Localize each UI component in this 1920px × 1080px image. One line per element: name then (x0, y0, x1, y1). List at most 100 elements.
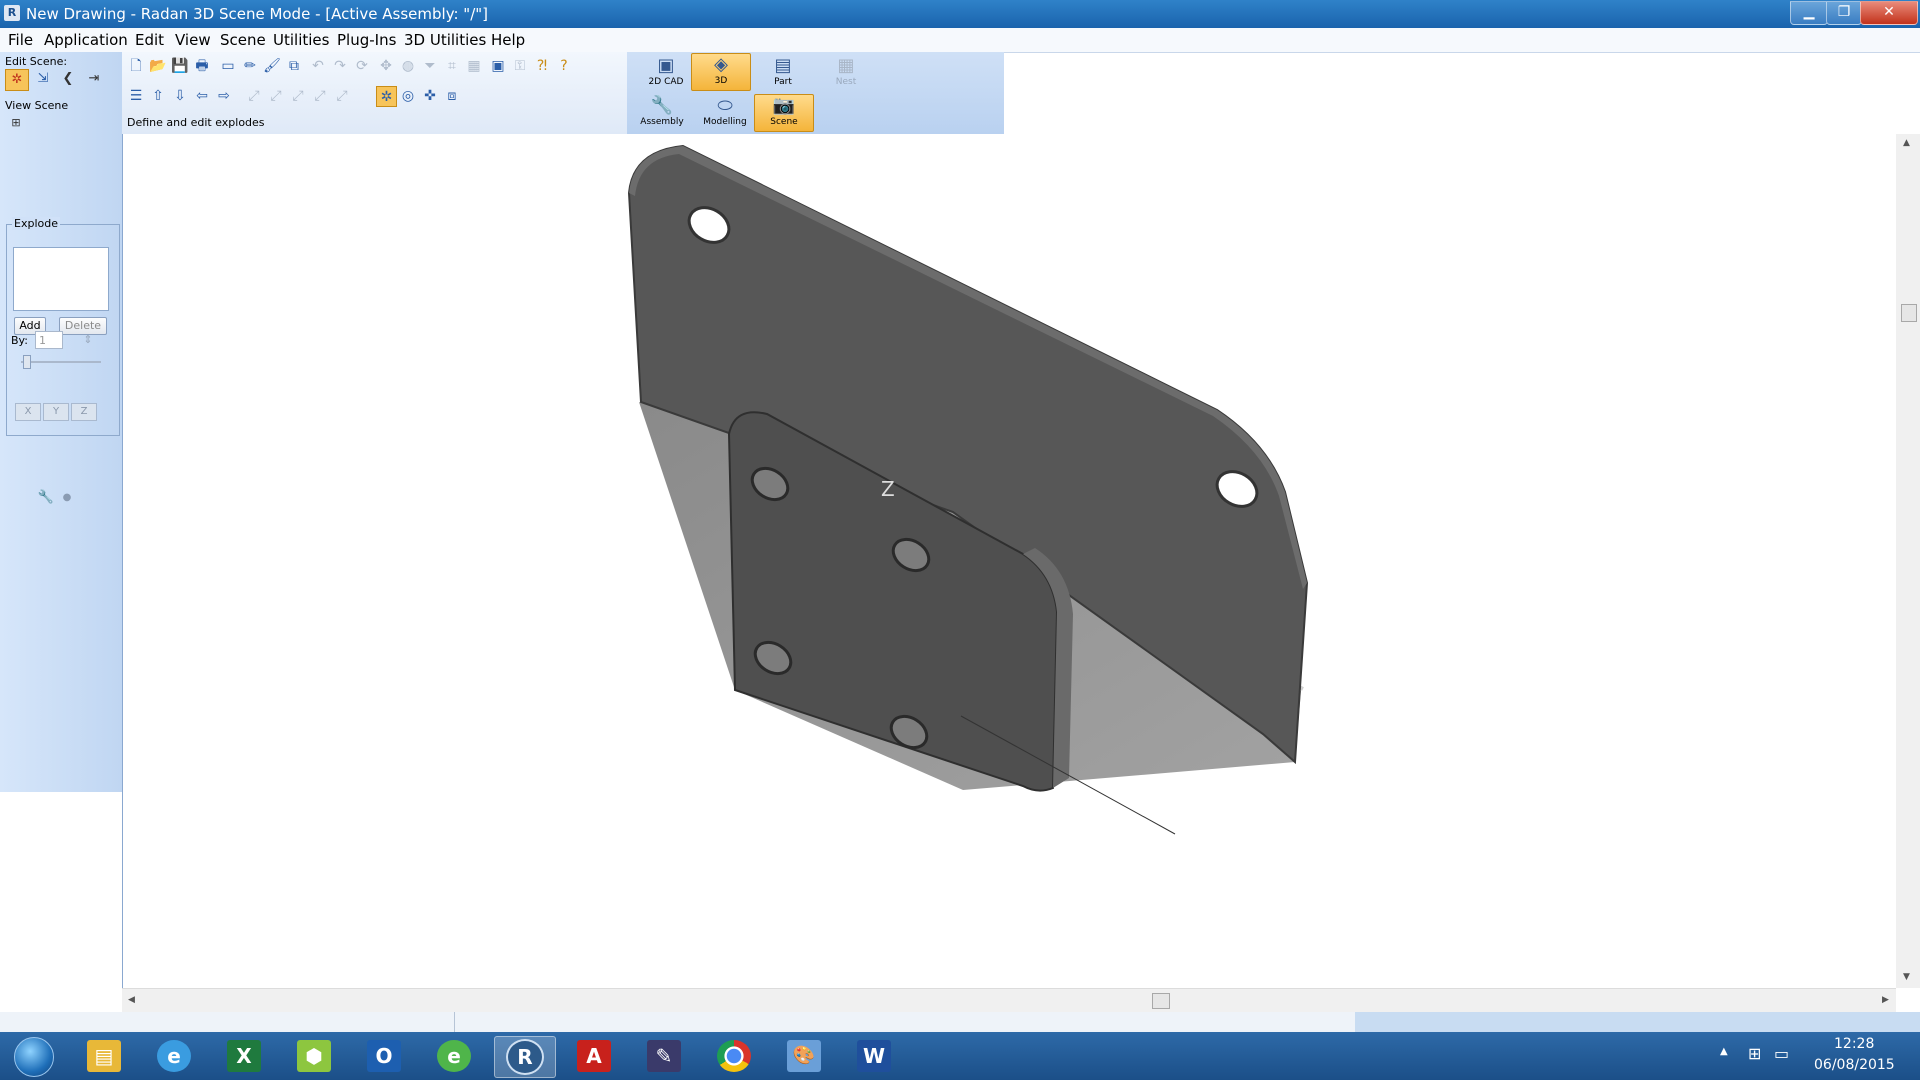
menu-view[interactable]: View (175, 31, 211, 49)
mode-3d[interactable]: ◈ 3D (691, 53, 751, 91)
explode-step-3-icon[interactable]: ⤢ (288, 86, 308, 106)
dot-icon[interactable]: ● (56, 488, 78, 508)
wrench-icon[interactable]: 🔧 (35, 488, 57, 508)
window-icon[interactable]: ▭ (218, 56, 238, 76)
taskbar-excel[interactable]: X (214, 1036, 274, 1076)
properties-icon[interactable]: ▣ (488, 56, 508, 76)
vertical-scrollbar[interactable]: ▲ ▼ (1896, 134, 1920, 988)
grid-icon[interactable]: ▦ (464, 56, 484, 76)
cad-viewer-icon: ⬢ (297, 1040, 331, 1072)
menu-plug-ins[interactable]: Plug-Ins (337, 31, 396, 49)
refresh-icon[interactable]: ⟳ (352, 56, 372, 76)
target-icon[interactable]: ◎ (398, 86, 418, 106)
move-up-icon[interactable]: ⇧ (148, 86, 168, 106)
axis-z-button[interactable]: Z (71, 403, 97, 421)
explode-step-1-icon[interactable]: ⤢ (244, 86, 264, 106)
windows-flag-icon[interactable]: ⊞ (1748, 1044, 1761, 1063)
scroll-down-icon[interactable]: ▼ (1903, 972, 1910, 982)
measure-icon[interactable]: ⌗ (442, 56, 462, 76)
taskbar-chrome[interactable]: ● (704, 1036, 764, 1076)
taskbar-knife-tool[interactable]: ✎ (634, 1036, 694, 1076)
explode-step-2-icon[interactable]: ⤢ (266, 86, 286, 106)
axis-x-button[interactable]: X (15, 403, 41, 421)
explode-step-4-icon[interactable]: ⤢ (310, 86, 330, 106)
taskbar-cad-viewer[interactable]: ⬢ (284, 1036, 344, 1076)
explode-distance-input[interactable]: 1 (35, 331, 63, 349)
save-icon[interactable]: 💾 (170, 56, 190, 76)
maximize-button[interactable]: ❐ (1826, 1, 1862, 25)
start-button[interactable] (6, 1036, 60, 1077)
clock-date[interactable]: 06/08/2015 (1814, 1057, 1895, 1073)
mode-part[interactable]: ▤ Part (754, 55, 812, 91)
network-icon[interactable]: ▭ (1774, 1044, 1789, 1063)
render-icon[interactable]: ⧈ (442, 86, 462, 106)
3d-viewport[interactable]: Z (122, 134, 1897, 988)
mode-nest[interactable]: ▦ Nest (817, 55, 875, 91)
taskbar-ie-green[interactable]: e (424, 1036, 484, 1076)
print-icon[interactable]: 🖶 (192, 56, 212, 76)
redo-icon[interactable]: ↷ (330, 56, 350, 76)
export-scene-icon[interactable]: ⇥ (83, 69, 105, 89)
scroll-left-icon[interactable]: ◀ (128, 995, 135, 1005)
brush-icon[interactable]: 🖌 (262, 56, 282, 76)
explode-mode-icon[interactable]: ✲ (376, 86, 397, 107)
scroll-up-icon[interactable]: ▲ (1903, 138, 1910, 148)
filter-icon[interactable]: ⏷ (420, 56, 440, 76)
submode-scene[interactable]: 📷 Scene (754, 94, 814, 132)
pan-icon[interactable]: ✜ (420, 86, 440, 106)
minimize-button[interactable]: ▁ (1790, 1, 1828, 25)
taskbar-acrobat[interactable]: A (564, 1036, 624, 1076)
menu-file[interactable]: File (8, 31, 33, 49)
explode-step-5-icon[interactable]: ⤢ (332, 86, 352, 106)
sphere-icon[interactable]: ◍ (398, 56, 418, 76)
menu-edit[interactable]: Edit (135, 31, 164, 49)
vertical-scroll-thumb[interactable] (1901, 304, 1917, 322)
distance-spinner-icon[interactable]: ⇕ (77, 330, 99, 350)
taskbar-outlook[interactable]: O (354, 1036, 414, 1076)
pencil-icon[interactable]: ✏ (240, 56, 260, 76)
new-file-icon[interactable]: 🗋 (126, 56, 146, 76)
copy-icon[interactable]: ⧉ (284, 56, 304, 76)
help-icon[interactable]: ? (554, 56, 574, 76)
mode-ribbon: ▣ 2D CAD ◈ 3D ▤ Part ▦ Nest 🔧 Assembly ⬭… (627, 52, 1004, 135)
horizontal-scrollbar[interactable]: ◀ ▶ (122, 988, 1896, 1013)
close-button[interactable]: ✕ (1860, 1, 1918, 25)
add-step-icon[interactable]: ⇲ (32, 69, 54, 89)
move-left-icon[interactable]: ⇦ (192, 86, 212, 106)
taskbar-internet-explorer[interactable]: e (144, 1036, 204, 1076)
show-hidden-icons-icon[interactable]: ▲ (1720, 1046, 1728, 1057)
mode-2d-cad[interactable]: ▣ 2D CAD (637, 55, 695, 91)
undo-icon[interactable]: ↶ (308, 56, 328, 76)
taskbar-file-explorer[interactable]: ▤ (74, 1036, 134, 1076)
view-scene-tree-icon[interactable]: ⊞ (5, 113, 27, 133)
taskbar-word[interactable]: W (844, 1036, 904, 1076)
submode-assembly[interactable]: 🔧 Assembly (633, 95, 691, 131)
move-icon[interactable]: ✥ (376, 56, 396, 76)
step-list-icon[interactable]: ☰ (126, 86, 146, 106)
chrome-icon: ● (717, 1040, 751, 1072)
move-down-icon[interactable]: ⇩ (170, 86, 190, 106)
menu-application[interactable]: Application (44, 31, 128, 49)
menu-utilities[interactable]: Utilities (273, 31, 329, 49)
taskbar-paint[interactable]: 🎨 (774, 1036, 834, 1076)
explode-list[interactable] (13, 247, 109, 311)
horizontal-scroll-thumb[interactable] (1152, 993, 1170, 1009)
menu-3d-utilities[interactable]: 3D Utilities (404, 31, 486, 49)
submode-modelling[interactable]: ⬭ Modelling (696, 95, 754, 131)
clock-time[interactable]: 12:28 (1834, 1036, 1874, 1052)
lock-icon[interactable]: ⚿ (510, 56, 530, 76)
scroll-right-icon[interactable]: ▶ (1882, 995, 1889, 1005)
explode-tool-icon[interactable]: ✲ (5, 69, 29, 91)
explode-slider-thumb[interactable] (23, 355, 31, 369)
taskbar-radan[interactable]: R (494, 1036, 556, 1078)
move-right-icon[interactable]: ⇨ (214, 86, 234, 106)
menu-help[interactable]: Help (491, 31, 525, 49)
context-help-icon[interactable]: ⁈ (532, 56, 552, 76)
menu-scene[interactable]: Scene (220, 31, 266, 49)
axis-y-button[interactable]: Y (43, 403, 69, 421)
open-folder-icon[interactable]: 📂 (148, 56, 168, 76)
scene-side-panel: Edit Scene: ✲ ⇲ ❮ ⇥ View Scene ⊞ Explode… (0, 52, 123, 792)
radan-app-icon[interactable]: R (4, 5, 20, 21)
back-arrow-icon[interactable]: ❮ (57, 69, 79, 89)
camera-icon: 📷 (772, 95, 796, 116)
